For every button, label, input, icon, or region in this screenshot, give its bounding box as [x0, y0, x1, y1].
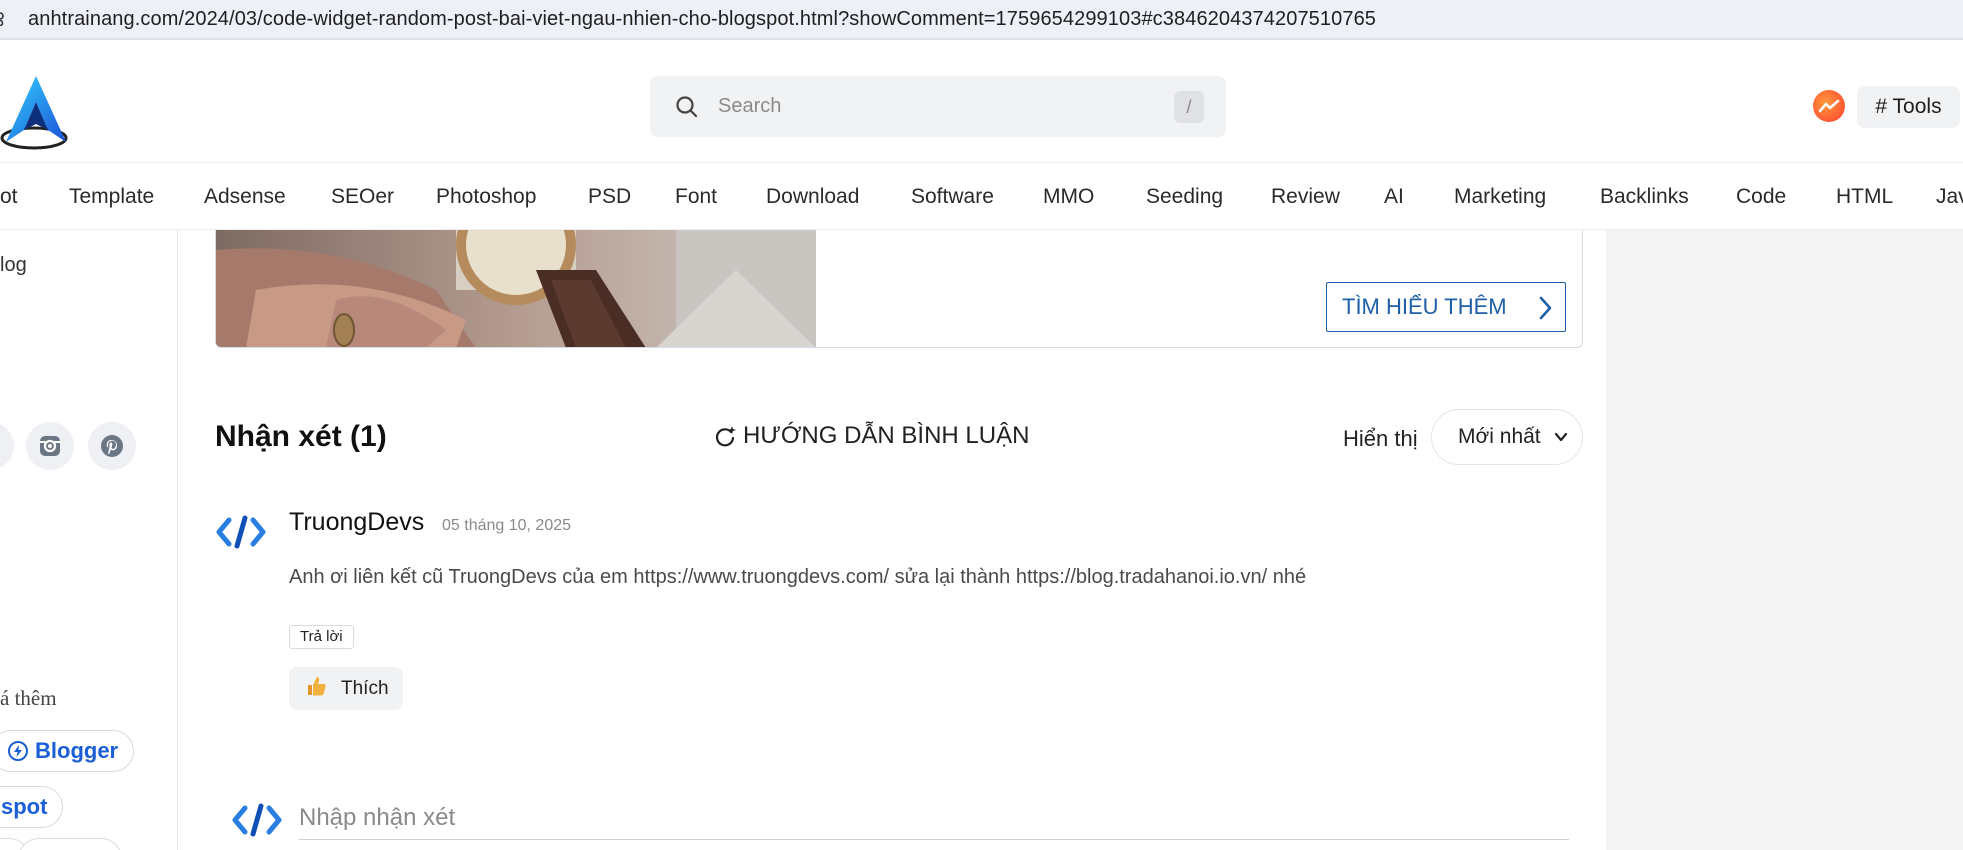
tag-blogger[interactable]: Blogger [0, 730, 134, 772]
learn-more-label: TÌM HIỂU THÊM [1342, 294, 1507, 319]
browser-address-bar[interactable]: anhtrainang.com/2024/03/code-widget-rand… [0, 0, 1963, 40]
tag-label: spot [1, 794, 48, 819]
nav-item[interactable]: Software [911, 163, 994, 229]
comment-guide-link[interactable]: HƯỚNG DẪN BÌNH LUẬN [713, 422, 1029, 450]
bolt-icon [8, 741, 28, 761]
tag-label: Blogger [35, 738, 119, 763]
nav-item[interactable]: Photoshop [436, 163, 536, 229]
pinterest-icon[interactable] [88, 422, 136, 470]
url-text[interactable]: anhtrainang.com/2024/03/code-widget-rand… [28, 8, 1376, 31]
nav-item[interactable]: Font [675, 163, 717, 229]
comment-input[interactable] [299, 796, 1569, 840]
nav-item[interactable]: Seeding [1146, 163, 1223, 229]
commenter-avatar[interactable] [215, 512, 267, 552]
ad-banner[interactable]: TÌM HIỂU THÊM [215, 230, 1583, 348]
chevron-right-icon [1539, 296, 1552, 320]
reply-button[interactable]: Trả lời [289, 625, 354, 649]
social-icon-partial[interactable] [0, 422, 14, 470]
site-header: / # Tools [0, 42, 1963, 162]
learn-more-button[interactable]: TÌM HIỂU THÊM [1326, 282, 1566, 332]
nav-item[interactable]: Marketing [1454, 163, 1546, 229]
like-label: Thích [341, 677, 389, 699]
current-user-avatar [231, 800, 283, 840]
thumbs-up-icon [305, 675, 327, 703]
chevron-down-icon [1554, 432, 1568, 442]
like-button[interactable]: Thích [289, 667, 403, 710]
nav-item[interactable]: Adsense [204, 163, 286, 229]
sidebar-heading: á thêm [0, 686, 57, 710]
nav-item[interactable]: Download [766, 163, 859, 229]
comment-author[interactable]: TruongDevs [289, 508, 424, 537]
main-content: TÌM HIỂU THÊM Nhận xét (1) HƯỚNG DẪN BÌN… [179, 230, 1606, 850]
nav-item[interactable]: AI [1384, 163, 1404, 229]
ad-image [216, 230, 816, 347]
category-nav: ot Template Adsense SEOer Photoshop PSD … [0, 162, 1963, 230]
search-box[interactable]: / [650, 76, 1226, 137]
tools-button[interactable]: # Tools [1857, 86, 1960, 128]
search-input[interactable] [718, 95, 1138, 118]
nav-item[interactable]: Jav [1936, 163, 1963, 229]
right-sidebar [1606, 230, 1963, 850]
sidebar-link[interactable]: log [0, 254, 27, 277]
nav-item[interactable]: HTML [1836, 163, 1893, 229]
nav-item[interactable]: Code [1736, 163, 1786, 229]
site-info-icon[interactable] [0, 12, 10, 26]
sort-value: Mới nhất [1458, 425, 1541, 448]
nav-item[interactable]: MMO [1043, 163, 1094, 229]
search-shortcut-badge: / [1174, 91, 1204, 123]
nav-item[interactable]: ot [0, 163, 18, 229]
nav-item[interactable]: Template [69, 163, 154, 229]
site-logo[interactable] [0, 72, 70, 152]
search-icon [676, 95, 698, 117]
sort-label: Hiển thị [1343, 426, 1418, 451]
comment-date[interactable]: 05 tháng 10, 2025 [442, 517, 571, 535]
sort-select[interactable]: Mới nhất [1431, 409, 1583, 465]
nav-item[interactable]: PSD [588, 163, 631, 229]
refresh-sparkle-icon [715, 426, 736, 447]
left-sidebar: log á thêm Blogger spot [0, 230, 178, 850]
instagram-icon[interactable] [26, 422, 74, 470]
comment-input-wrapper [299, 796, 1589, 840]
nav-item[interactable]: Backlinks [1600, 163, 1689, 229]
nav-item[interactable]: SEOer [331, 163, 394, 229]
comment-guide-label: HƯỚNG DẪN BÌNH LUẬN [743, 422, 1030, 449]
tag-blogspot[interactable]: spot [0, 786, 63, 828]
comments-heading: Nhận xét (1) [215, 420, 387, 453]
trending-icon[interactable] [1813, 90, 1845, 122]
tag-partial[interactable] [18, 838, 122, 850]
comment-text: Anh ơi liên kết cũ TruongDevs của em htt… [289, 566, 1307, 588]
nav-item[interactable]: Review [1271, 163, 1340, 229]
